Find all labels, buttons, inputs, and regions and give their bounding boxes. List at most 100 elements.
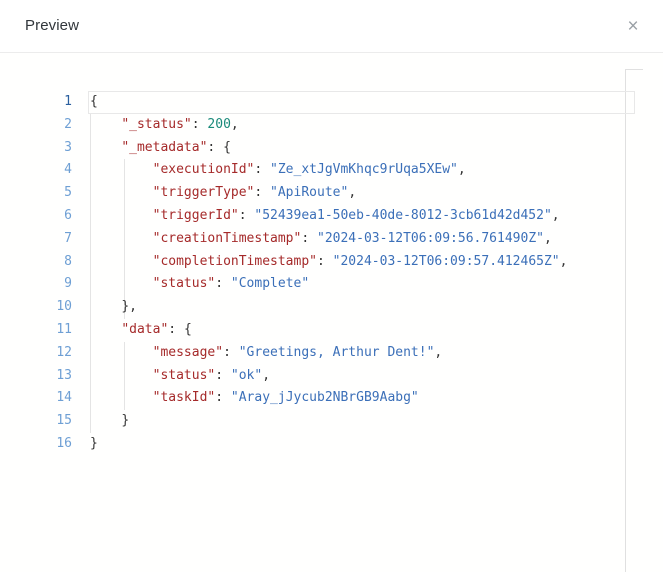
code-line-text: "_metadata": { <box>90 137 231 160</box>
token-brace: { <box>223 139 231 155</box>
editor-overview-mark <box>625 69 643 70</box>
token-brace: } <box>90 435 98 451</box>
token-punct: , <box>457 162 466 178</box>
code-line[interactable]: 14 "taskId": "Aray_jJycub2NBrGB9Aabg" <box>0 387 663 410</box>
token-brace: } <box>121 299 130 315</box>
token-str: "Aray_jJycub2NBrGB9Aabg" <box>230 390 419 406</box>
token-key: "_metadata" <box>121 139 208 155</box>
token-punct: : <box>223 344 239 360</box>
token-key: "_status" <box>121 116 192 132</box>
token-punct: : <box>254 162 271 178</box>
token-punct: : <box>168 321 184 337</box>
code-line[interactable]: 7 "creationTimestamp": "2024-03-12T06:09… <box>0 228 663 251</box>
token-brace: } <box>121 413 130 429</box>
code-line[interactable]: 1{ <box>0 91 663 114</box>
line-number: 13 <box>56 367 72 383</box>
code-line[interactable]: 11 "data": { <box>0 319 663 342</box>
token-str: "2024-03-12T06:09:57.412465Z" <box>332 253 560 269</box>
token-key: "triggerId" <box>152 207 239 223</box>
line-number: 14 <box>56 390 72 406</box>
token-key: "data" <box>121 321 169 337</box>
code-line-text: "status": "Complete" <box>90 273 310 296</box>
token-punct: : <box>301 230 317 246</box>
line-number: 8 <box>64 253 72 269</box>
code-line-text: { <box>90 91 98 114</box>
code-line-text: "triggerType": "ApiRoute", <box>90 182 357 205</box>
code-line-text: } <box>90 433 98 456</box>
token-punct: , <box>543 230 552 246</box>
code-line[interactable]: 8 "completionTimestamp": "2024-03-12T06:… <box>0 251 663 274</box>
token-key: "status" <box>152 276 216 292</box>
token-punct: , <box>559 253 568 269</box>
code-line-text: "executionId": "Ze_xtJgVmKhqc9rUqa5XEw", <box>90 159 466 182</box>
code-line-text: "_status": 200, <box>90 114 239 137</box>
close-button[interactable]: × <box>617 10 649 42</box>
token-key: "creationTimestamp" <box>152 230 302 246</box>
token-key: "completionTimestamp" <box>152 253 317 269</box>
line-number: 3 <box>64 139 72 155</box>
code-line-text: "message": "Greetings, Arthur Dent!", <box>90 342 443 365</box>
token-punct: : <box>254 185 271 201</box>
line-number: 7 <box>64 230 72 246</box>
token-str: "2024-03-12T06:09:56.761490Z" <box>317 230 544 246</box>
close-icon: × <box>627 15 639 37</box>
token-punct: : <box>215 276 231 292</box>
token-punct: , <box>262 367 271 383</box>
line-number: 15 <box>56 413 72 429</box>
token-punct: , <box>434 344 443 360</box>
token-punct: , <box>230 116 239 132</box>
line-number: 16 <box>56 435 72 451</box>
token-key: "taskId" <box>152 390 216 406</box>
line-number: 4 <box>64 162 72 178</box>
code-line[interactable]: 10 }, <box>0 296 663 319</box>
code-line[interactable]: 16} <box>0 433 663 456</box>
token-punct: : <box>215 390 231 406</box>
token-str: "Greetings, Arthur Dent!" <box>238 344 435 360</box>
token-punct: : <box>207 139 224 155</box>
token-key: "executionId" <box>152 162 255 178</box>
code-line[interactable]: 3 "_metadata": { <box>0 137 663 160</box>
code-line-text: "taskId": "Aray_jJycub2NBrGB9Aabg" <box>90 387 419 410</box>
code-line[interactable]: 5 "triggerType": "ApiRoute", <box>0 182 663 205</box>
code-line-text: "completionTimestamp": "2024-03-12T06:09… <box>90 251 568 274</box>
code-line[interactable]: 9 "status": "Complete" <box>0 273 663 296</box>
token-key: "triggerType" <box>152 185 255 201</box>
token-str: "52439ea1-50eb-40de-8012-3cb61d42d452" <box>254 207 552 223</box>
token-punct: , <box>129 299 137 315</box>
token-punct: : <box>238 207 255 223</box>
line-number: 9 <box>64 276 72 292</box>
line-number: 1 <box>64 94 72 109</box>
token-punct: , <box>348 185 357 201</box>
token-str: "ok" <box>230 367 263 383</box>
line-number: 6 <box>64 207 72 223</box>
active-line-highlight <box>88 91 635 114</box>
panel-header: Preview × <box>0 0 663 53</box>
token-num: 200 <box>207 116 231 132</box>
code-line-text: "creationTimestamp": "2024-03-12T06:09:5… <box>90 228 552 251</box>
code-line-text: "triggerId": "52439ea1-50eb-40de-8012-3c… <box>90 205 560 228</box>
code-line-text: "data": { <box>90 319 192 342</box>
token-key: "status" <box>152 367 216 383</box>
code-line[interactable]: 6 "triggerId": "52439ea1-50eb-40de-8012-… <box>0 205 663 228</box>
token-punct: : <box>215 367 231 383</box>
token-key: "message" <box>152 344 224 360</box>
line-number: 12 <box>56 344 72 360</box>
code-line-text: "status": "ok", <box>90 365 270 388</box>
token-str: "ApiRoute" <box>270 185 349 201</box>
code-line[interactable]: 4 "executionId": "Ze_xtJgVmKhqc9rUqa5XEw… <box>0 159 663 182</box>
code-line-text: }, <box>90 296 137 319</box>
json-code-editor[interactable]: 1{2 "_status": 200, 3 "_metadata": {4 "ex… <box>0 91 663 572</box>
line-number: 5 <box>64 185 72 201</box>
code-line[interactable]: 12 "message": "Greetings, Arthur Dent!", <box>0 342 663 365</box>
line-number: 10 <box>56 299 72 315</box>
code-line[interactable]: 13 "status": "ok", <box>0 365 663 388</box>
editor-container: 1{2 "_status": 200, 3 "_metadata": {4 "ex… <box>0 53 663 572</box>
token-str: "Ze_xtJgVmKhqc9rUqa5XEw" <box>270 162 458 178</box>
token-brace: { <box>183 321 192 337</box>
token-str: "Complete" <box>230 276 310 292</box>
preview-panel: Preview × 1{2 "_status": 200, 3 "_metadat… <box>0 0 663 572</box>
code-line[interactable]: 2 "_status": 200, <box>0 114 663 137</box>
code-line[interactable]: 15 } <box>0 410 663 433</box>
line-number: 2 <box>64 116 72 132</box>
token-brace: { <box>90 94 98 109</box>
